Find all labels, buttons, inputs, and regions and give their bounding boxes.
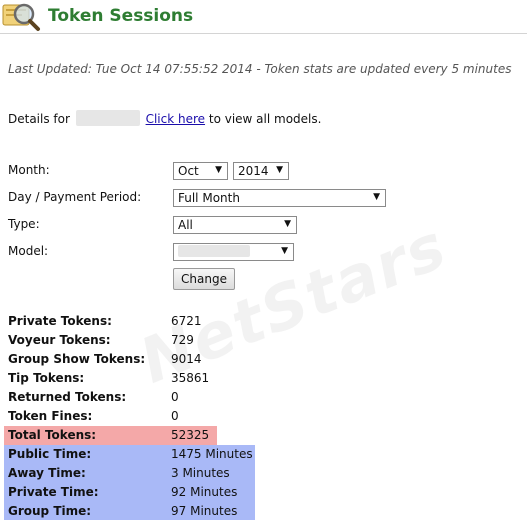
month-label: Month: <box>8 163 50 177</box>
change-button[interactable]: Change <box>173 268 235 290</box>
stat-value: 6721 <box>171 314 202 328</box>
stat-value: 97 Minutes <box>171 504 238 518</box>
type-select-value: All <box>178 218 193 232</box>
year-select[interactable]: 2014 ▼ <box>233 162 289 180</box>
stat-label: Returned Tokens: <box>8 390 127 404</box>
magnifier-icon <box>0 0 44 32</box>
stat-label: Private Time: <box>8 485 99 499</box>
total-tokens-label: Total Tokens: <box>8 428 97 442</box>
stat-label: Group Show Tokens: <box>8 352 146 366</box>
stat-value: 729 <box>171 333 194 347</box>
model-select[interactable]: ▼ <box>173 243 294 261</box>
page-header: Token Sessions <box>0 0 527 36</box>
type-label: Type: <box>8 217 40 231</box>
stat-value: 92 Minutes <box>171 485 238 499</box>
stat-label: Voyeur Tokens: <box>8 333 111 347</box>
details-line: Details for Click here to view all model… <box>8 110 321 126</box>
stat-label: Tip Tokens: <box>8 371 85 385</box>
chevron-down-icon: ▼ <box>373 192 380 202</box>
stat-label: Token Fines: <box>8 409 93 423</box>
details-suffix: to view all models. <box>208 112 322 126</box>
period-select[interactable]: Full Month ▼ <box>173 189 386 207</box>
redacted-model-value <box>178 245 250 257</box>
month-select-value: Oct <box>178 164 199 178</box>
stat-label: Group Time: <box>8 504 92 518</box>
watermark: NetStars <box>130 208 458 398</box>
chevron-down-icon: ▼ <box>215 165 222 175</box>
period-select-value: Full Month <box>178 191 240 205</box>
stat-value: 1475 Minutes <box>171 447 253 461</box>
chevron-down-icon: ▼ <box>276 165 283 175</box>
view-all-models-link[interactable]: Click here <box>146 112 205 126</box>
page-title: Token Sessions <box>48 6 194 26</box>
type-select[interactable]: All ▼ <box>173 216 297 234</box>
year-select-value: 2014 <box>238 164 269 178</box>
chevron-down-icon: ▼ <box>284 219 291 229</box>
period-label: Day / Payment Period: <box>8 190 142 204</box>
stat-label: Public Time: <box>8 447 92 461</box>
stat-value: 9014 <box>171 352 202 366</box>
stat-label: Private Tokens: <box>8 314 112 328</box>
chevron-down-icon: ▼ <box>281 246 288 256</box>
stat-value: 35861 <box>171 371 210 385</box>
model-label: Model: <box>8 244 49 258</box>
month-select[interactable]: Oct ▼ <box>173 162 228 180</box>
header-divider <box>0 33 527 34</box>
redacted-model-name <box>75 110 140 126</box>
total-tokens-value: 52325 <box>171 428 210 442</box>
stat-value: 3 Minutes <box>171 466 230 480</box>
details-prefix: Details for <box>8 112 70 126</box>
stat-label: Away Time: <box>8 466 86 480</box>
stat-value: 0 <box>171 390 179 404</box>
last-updated-text: Last Updated: Tue Oct 14 07:55:52 2014 -… <box>8 62 512 76</box>
stat-value: 0 <box>171 409 179 423</box>
